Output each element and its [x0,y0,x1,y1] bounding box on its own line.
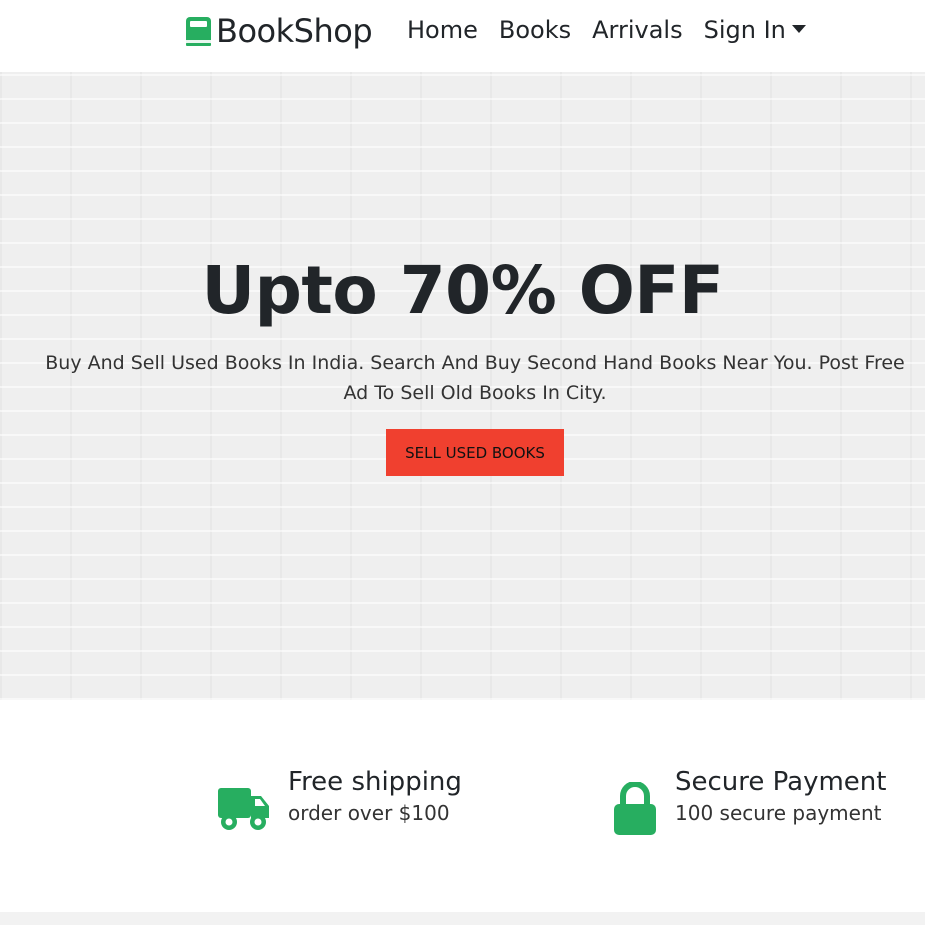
nav-menu: Home Books Arrivals Sign In [407,16,806,44]
navbar: BookShop Home Books Arrivals Sign In [0,0,925,72]
nav-link-arrivals[interactable]: Arrivals [592,16,682,44]
feature-text: Secure Payment 100 secure payment [675,766,886,828]
nav-link-books[interactable]: Books [499,16,571,44]
feature-description: order over $100 [288,801,450,825]
nav-link-home[interactable]: Home [407,16,478,44]
feature-title: Free shipping [288,767,462,797]
feature-description: 100 secure payment [675,801,882,825]
truck-icon [218,788,269,830]
brand-logo-link[interactable]: BookShop [185,12,373,50]
caret-down-icon [791,25,806,33]
feature-secure-payment: Secure Payment 100 secure payment [613,766,886,836]
feature-text: Free shipping order over $100 [288,766,462,828]
feature-title: Secure Payment [675,767,887,797]
brand-name: BookShop [216,12,373,50]
features-section: Free shipping order over $100 Secure Pay… [0,700,925,912]
hero-subtitle: Buy And Sell Used Books In India. Search… [45,352,905,404]
footer-strip [0,912,925,925]
lock-icon [614,782,656,835]
sign-in-label: Sign In [703,16,786,44]
hero-title: Upto 70% OFF [201,252,724,329]
hero-banner: Upto 70% OFF Buy And Sell Used Books In … [0,72,925,700]
book-icon [186,16,211,46]
sell-used-books-button[interactable]: SELL USED BOOKS [386,429,564,476]
feature-free-shipping: Free shipping order over $100 [218,766,462,832]
nav-dropdown-sign-in[interactable]: Sign In [704,16,806,44]
